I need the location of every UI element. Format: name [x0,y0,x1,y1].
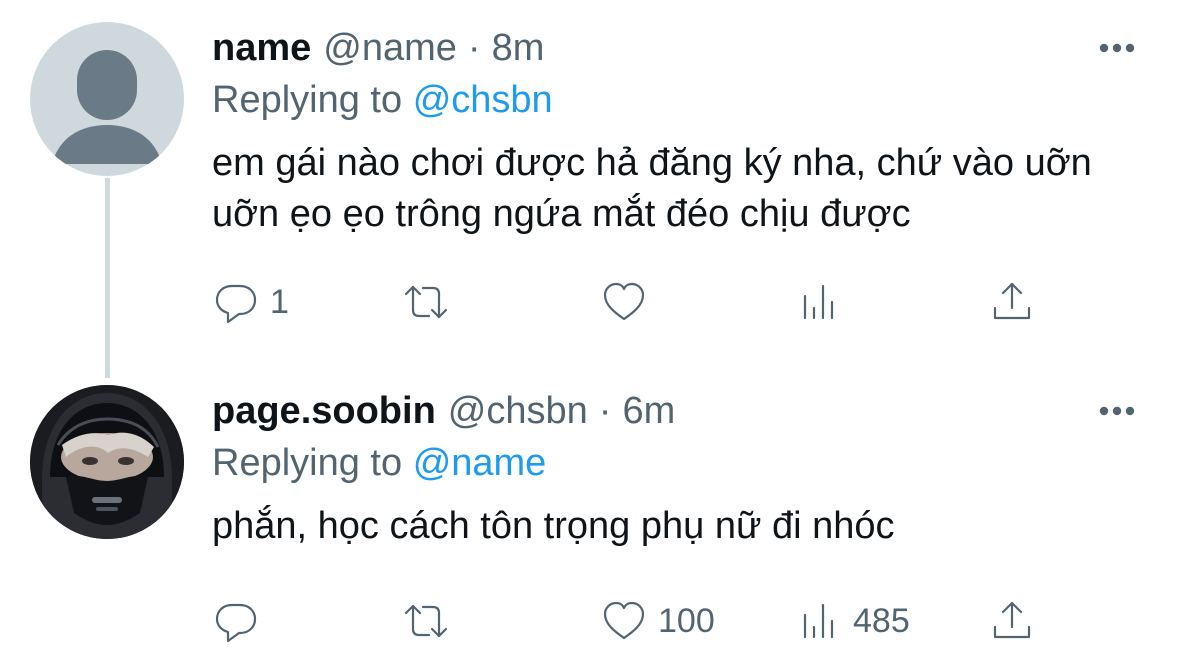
default-avatar-icon [52,50,162,164]
replying-to: Replying to @name [212,437,1179,489]
avatar-page-soobin[interactable] [30,385,184,539]
views-button[interactable] [795,274,853,330]
tweet[interactable]: page.soobin @chsbn · 6m Replying to @nam… [212,385,1179,643]
helmet-photo-icon [30,385,184,539]
thread-connector-line [105,178,110,378]
share-button[interactable] [988,593,1036,649]
more-options-button[interactable] [1097,36,1137,60]
retweet-icon [404,604,448,638]
like-icon [603,282,645,321]
retweet-button[interactable] [402,593,460,649]
tweet-actions: 1 [212,274,1052,330]
like-button[interactable]: 100 [600,593,715,649]
reply-mention-link[interactable]: @chsbn [413,79,553,121]
view-count: 485 [853,601,910,640]
replying-to: Replying to @chsbn [212,74,1179,126]
views-icon [803,284,834,320]
more-icon [1099,43,1135,53]
reply-button[interactable]: 1 [212,274,289,330]
reply-icon [215,284,257,324]
share-icon [993,601,1031,639]
views-button[interactable]: 485 [795,593,910,649]
more-options-button[interactable] [1097,399,1137,423]
display-name[interactable]: page.soobin [212,385,436,437]
avatar-name[interactable] [30,22,184,176]
reply-icon [215,603,257,643]
tweet-header: page.soobin @chsbn · 6m [212,385,1179,437]
replying-to-label: Replying to [212,79,403,121]
more-icon [1099,406,1135,416]
share-icon [993,282,1031,320]
views-icon [803,603,834,639]
reply-count: 1 [270,282,289,321]
share-button[interactable] [988,274,1036,330]
tweet-header: name @name · 8m [212,22,1179,74]
like-icon [603,601,645,640]
retweet-button[interactable] [402,274,460,330]
retweet-icon [404,285,448,319]
replying-to-label: Replying to [212,442,403,484]
tweet[interactable]: name @name · 8m Replying to @chsbn em gá… [212,22,1179,324]
separator-dot: · [467,27,481,69]
user-handle[interactable]: @chsbn [448,385,588,437]
tweet-text: phắn, học cách tôn trọng phụ nữ đi nhóc [212,505,895,547]
timestamp[interactable]: 6m [622,385,675,437]
timestamp[interactable]: 8m [492,22,545,74]
separator-dot: · [598,390,612,432]
display-name[interactable]: name [212,22,311,74]
user-handle[interactable]: @name [323,22,457,74]
reply-button[interactable] [212,593,270,649]
like-button[interactable] [600,274,658,330]
tweet-actions: 100 485 [212,593,1052,649]
reply-mention-link[interactable]: @name [413,442,547,484]
like-count: 100 [658,601,715,640]
tweet-text: em gái nào chơi được hả đăng ký nha, chứ… [212,142,1092,235]
